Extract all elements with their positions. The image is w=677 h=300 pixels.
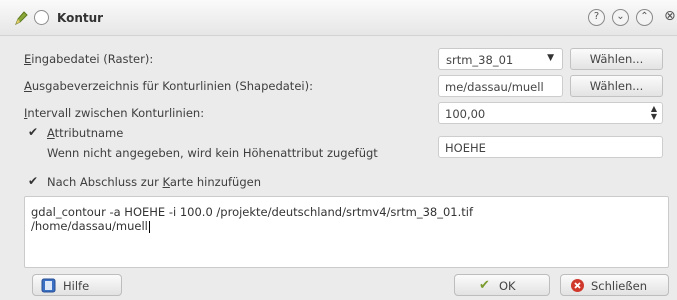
input-browse-button[interactable]: Wählen... [570,48,663,70]
close-button[interactable]: Schließen [560,274,669,296]
check-icon: ✔ [479,278,490,293]
command-line-1: gdal_contour -a HOEHE -i 100.0 /projekte… [31,205,474,219]
spin-arrows-icon[interactable]: ▲ ▼ [651,105,657,121]
help-title-icon[interactable]: ? [588,9,605,26]
maximize-icon[interactable]: ⌃ [636,9,653,26]
help-button[interactable]: Hilfe [32,274,122,296]
command-line-2: /home/dassau/muell [31,219,150,233]
interval-value: 100,00 [445,107,486,121]
attr-name-value: HOEHE [445,141,486,155]
output-browse-button[interactable]: Wählen... [570,75,663,97]
attr-checkbox[interactable]: ✔ [28,126,40,138]
text-caret [148,220,150,233]
add-to-map-checkbox[interactable]: ✔ [28,175,40,187]
command-textarea[interactable]: gdal_contour -a HOEHE -i 100.0 /projekte… [24,196,669,268]
attr-name-field[interactable]: HOEHE [438,136,663,158]
attr-label: Attributname [47,126,124,140]
attr-hint: Wenn nicht angegeben, wird kein Höhenatt… [47,146,378,160]
output-dir-field[interactable]: me/dassau/muell [438,75,563,97]
close-window-icon[interactable]: ⊗ [664,8,676,24]
window-menu-icon[interactable] [34,10,49,25]
help-book-icon [41,278,56,293]
output-dir-label: Ausgabeverzeichnis für Konturlinien (Sha… [24,79,313,93]
title-bar: Kontur ? ⌄ ⌃ ⊗ [0,0,677,36]
interval-label: Intervall zwischen Konturlinien: [24,106,205,120]
input-file-value: srtm_38_01 [446,53,514,67]
input-file-label: Eingabedatei (Raster): [24,52,154,66]
minimize-icon[interactable]: ⌄ [612,9,629,26]
output-dir-value: me/dassau/muell [445,80,544,94]
add-to-map-label: Nach Abschluss zur Karte hinzufügen [47,175,261,189]
input-file-select[interactable]: srtm_38_01 ▼ [438,48,563,70]
window-title: Kontur [57,11,104,25]
close-circle-icon [571,279,584,292]
kontur-dialog: Kontur ? ⌄ ⌃ ⊗ Eingabedatei (Raster): sr… [0,0,677,300]
interval-spinbox[interactable]: 100,00 ▲ ▼ [438,102,663,124]
pencil-icon [15,11,28,26]
chevron-down-icon: ▼ [547,53,554,63]
ok-button[interactable]: ✔ OK [454,274,550,296]
